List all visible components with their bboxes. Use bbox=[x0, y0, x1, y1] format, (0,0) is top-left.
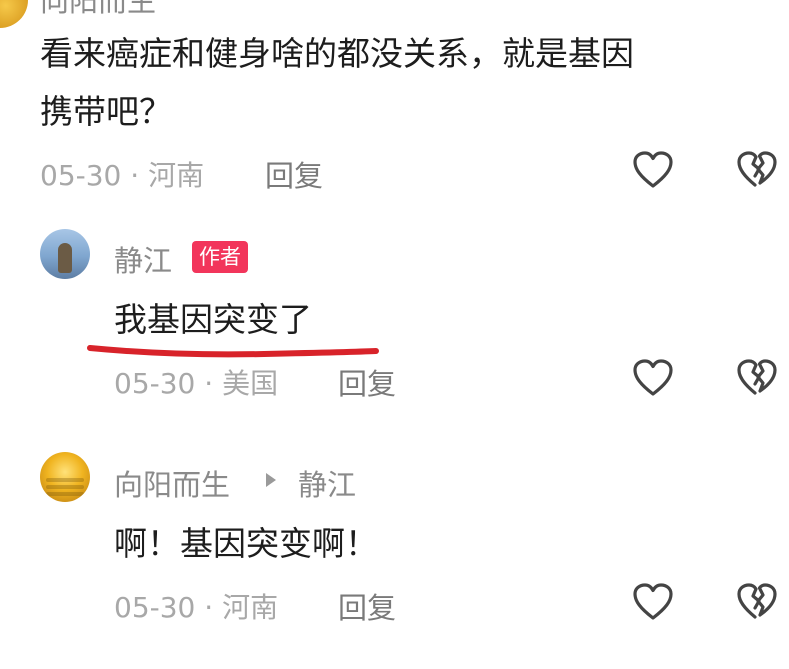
comment-meta: 05-30 · 河南 bbox=[40, 154, 204, 194]
comment-author[interactable]: 向阳而生 bbox=[40, 0, 156, 20]
reply-to-arrow-icon bbox=[266, 473, 276, 487]
comment-date: 05-30 bbox=[40, 159, 122, 192]
reply-date: 05-30 bbox=[114, 367, 196, 400]
reply-author[interactable]: 向阳而生 bbox=[114, 462, 230, 504]
reply-button[interactable]: 回复 bbox=[265, 153, 323, 195]
reply-author[interactable]: 静江 bbox=[114, 238, 172, 280]
avatar-top-comment[interactable] bbox=[0, 0, 28, 28]
broken-heart-icon[interactable] bbox=[736, 358, 778, 398]
meta-separator: · bbox=[204, 367, 214, 400]
reply-text: 啊！基因突变啊！ bbox=[114, 524, 378, 563]
meta-separator: · bbox=[204, 591, 214, 624]
broken-heart-icon[interactable] bbox=[736, 150, 778, 190]
reply-to-user[interactable]: 静江 bbox=[298, 462, 356, 504]
reply-meta: 05-30 · 美国 bbox=[114, 362, 278, 402]
reply-button[interactable]: 回复 bbox=[338, 361, 396, 403]
reply-location: 美国 bbox=[222, 367, 279, 400]
heart-icon[interactable] bbox=[632, 150, 674, 190]
avatar-xiangyangersheng[interactable] bbox=[40, 452, 90, 502]
avatar-jingjiang[interactable] bbox=[40, 229, 90, 279]
comment-text-line1: 看来癌症和健身啥的都没关系，就是基因 bbox=[40, 34, 634, 73]
reply-date: 05-30 bbox=[114, 591, 196, 624]
comment-location: 河南 bbox=[148, 159, 205, 192]
heart-icon[interactable] bbox=[632, 582, 674, 622]
reply-location: 河南 bbox=[222, 591, 279, 624]
reply-meta: 05-30 · 河南 bbox=[114, 586, 278, 626]
heart-icon[interactable] bbox=[632, 358, 674, 398]
comment-text-line2: 携带吧？ bbox=[40, 92, 172, 131]
author-badge: 作者 bbox=[192, 241, 248, 273]
broken-heart-icon[interactable] bbox=[736, 582, 778, 622]
meta-separator: · bbox=[130, 159, 140, 192]
reply-button[interactable]: 回复 bbox=[338, 585, 396, 627]
